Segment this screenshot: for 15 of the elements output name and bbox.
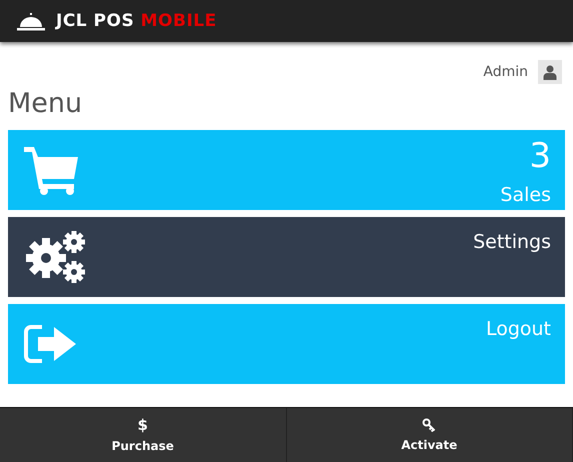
dollar-icon: $ bbox=[138, 417, 148, 433]
user-avatar-icon[interactable] bbox=[538, 60, 562, 84]
exit-arrow-icon bbox=[24, 324, 78, 364]
gears-icon bbox=[24, 228, 88, 286]
user-name: Admin bbox=[483, 64, 528, 80]
menu-tile[interactable]: Settings bbox=[8, 217, 565, 297]
tile-label: Settings bbox=[473, 230, 551, 255]
key-icon bbox=[422, 418, 436, 432]
tile-label: Logout bbox=[486, 317, 551, 342]
tile-label: Sales bbox=[500, 183, 551, 208]
page-title: Menu bbox=[8, 87, 84, 121]
sales-count: 3 bbox=[529, 136, 551, 176]
app-logo: JCL POS MOBILE bbox=[56, 11, 217, 31]
cart-icon bbox=[24, 145, 80, 195]
bell-icon bbox=[16, 11, 46, 31]
